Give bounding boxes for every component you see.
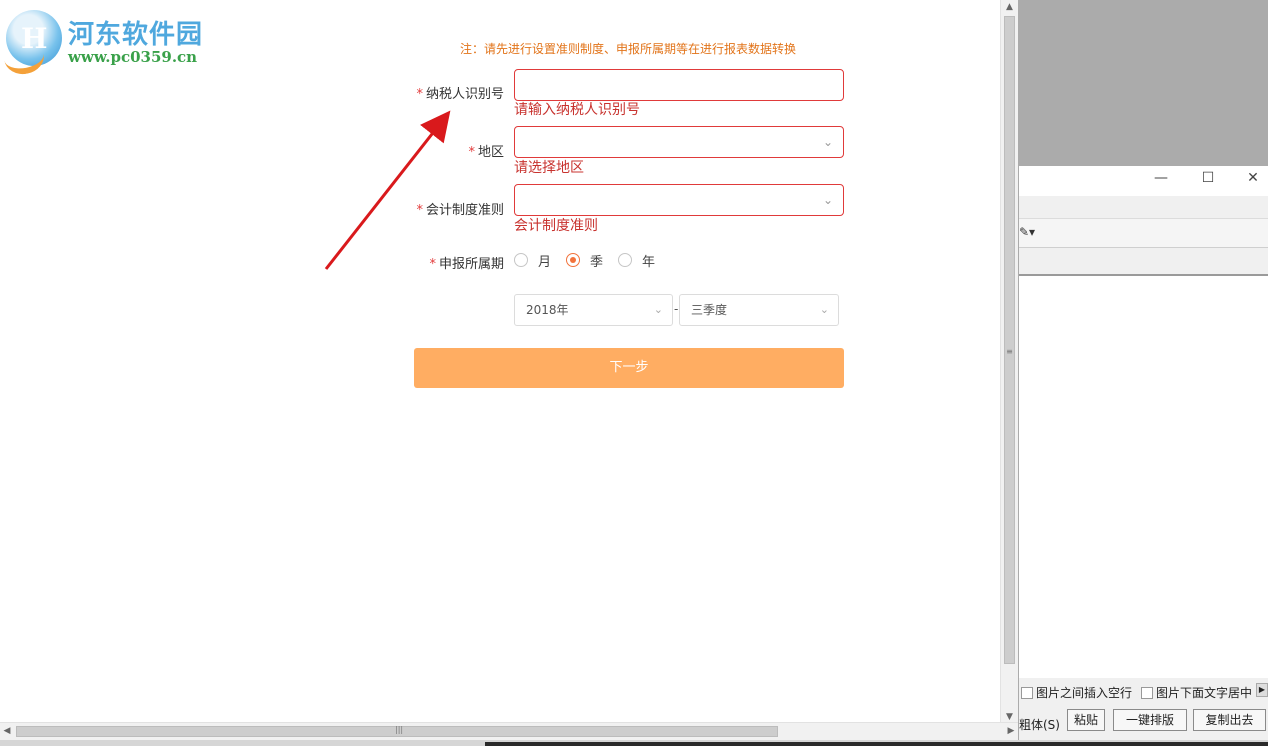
taskbar-strip <box>0 740 1268 746</box>
minimize-icon[interactable]: — <box>1146 170 1176 186</box>
bold-label: 粗体(S) <box>1019 718 1060 732</box>
pen-icon[interactable]: ✎▾ <box>1019 225 1035 239</box>
paste-button[interactable]: 粘贴 <box>1067 709 1105 731</box>
web-page-area: H 河东软件园 www.pc0359.cn 注：请先进行设置准则制度、申报所属期… <box>0 0 1003 724</box>
checkbox-box <box>1021 686 1033 699</box>
grip-icon: ||| <box>395 725 404 734</box>
window-titlebar: — ☐ ✕ <box>1019 166 1268 196</box>
horizontal-scroll-thumb[interactable]: ||| <box>16 725 778 737</box>
vertical-scrollbar[interactable]: ▲ ≡ ▼ <box>1000 0 1018 724</box>
insert-blank-line-checkbox[interactable]: 图片之间插入空行 <box>1021 684 1132 701</box>
scroll-right-icon[interactable]: ▶ <box>1004 723 1018 740</box>
horizontal-scrollbar[interactable]: ◀ ||| ▶ <box>0 722 1018 740</box>
background-editor-window: — ☐ ✕ ✎▾ 图片之间插入空行 图片下面文字居中 ▶ 粗体(S) 粘贴 一键… <box>1019 166 1268 740</box>
center-caption-checkbox[interactable]: 图片下面文字居中 <box>1141 684 1252 701</box>
editor-options-bar: 图片之间插入空行 图片下面文字居中 ▶ <box>1019 678 1268 704</box>
scroll-left-icon[interactable]: ◀ <box>0 723 14 740</box>
editor-toolbar: ✎▾ <box>1019 219 1268 248</box>
grip-icon: ≡ <box>1006 347 1013 356</box>
maximize-icon[interactable]: ☐ <box>1193 170 1223 186</box>
close-icon[interactable]: ✕ <box>1238 170 1268 186</box>
editor-toolbar-secondary <box>1019 248 1268 276</box>
scroll-up-icon[interactable]: ▲ <box>1001 0 1018 14</box>
copy-out-button[interactable]: 复制出去 <box>1193 709 1266 731</box>
vertical-scroll-thumb[interactable]: ≡ <box>1004 16 1015 664</box>
checkbox-box <box>1141 686 1153 699</box>
editor-menubar <box>1019 196 1268 219</box>
editor-button-row: 粗体(S) 粘贴 一键排版 复制出去 <box>1019 704 1268 740</box>
auto-layout-button[interactable]: 一键排版 <box>1113 709 1187 731</box>
scroll-right-icon[interactable]: ▶ <box>1256 683 1268 697</box>
annotation-arrow-icon <box>324 110 451 270</box>
